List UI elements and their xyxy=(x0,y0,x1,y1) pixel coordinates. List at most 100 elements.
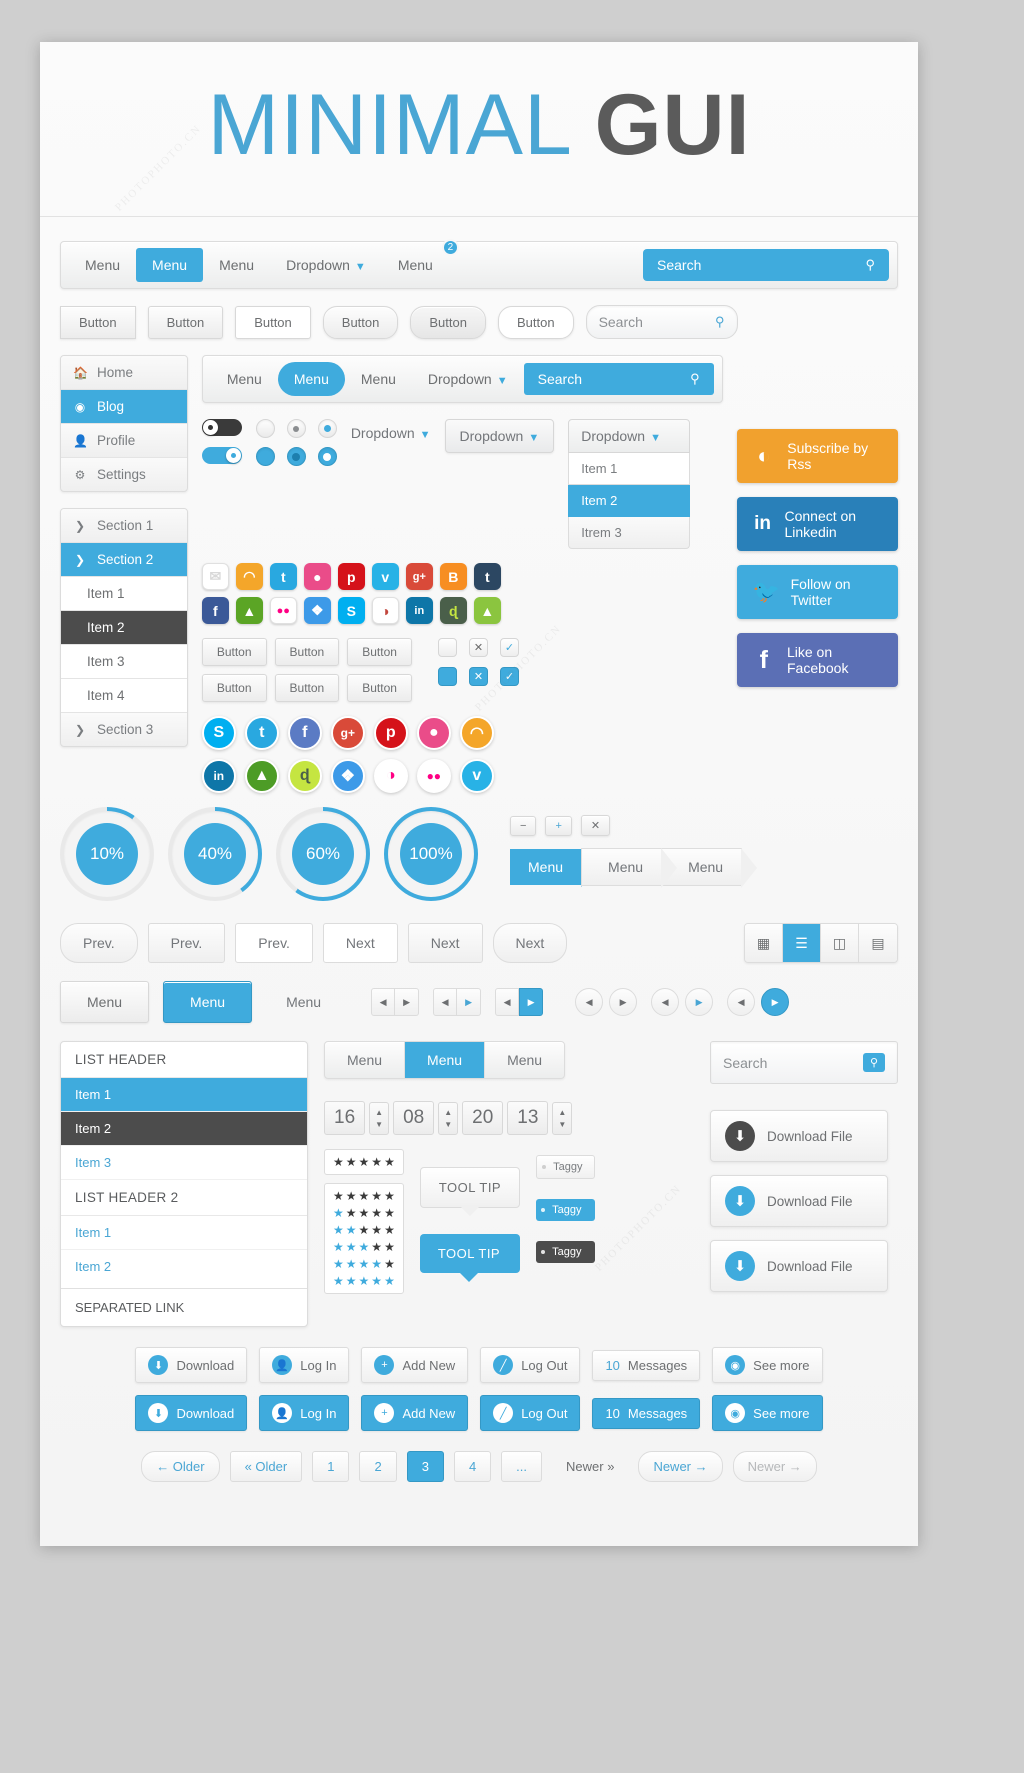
download-file-blue-2[interactable]: ⬇ Download File xyxy=(710,1240,888,1292)
star-icon[interactable]: ★ xyxy=(333,1240,344,1254)
nav-item-menu-1[interactable]: Menu xyxy=(69,248,136,282)
dropdown-option-2-active[interactable]: Item 2 xyxy=(568,485,691,517)
star-icon[interactable]: ★ xyxy=(384,1240,395,1254)
sidebar-item-home[interactable]: 🏠 Home xyxy=(61,356,187,390)
menu3-item-2-active[interactable]: Menu xyxy=(163,981,253,1023)
time-field-minutes[interactable]: 08 xyxy=(393,1101,435,1135)
button-white[interactable]: Button xyxy=(235,305,311,339)
checkbox-empty[interactable] xyxy=(437,638,457,657)
radio-blue-flat[interactable] xyxy=(255,447,275,466)
tab-menu-3[interactable]: Menu xyxy=(485,1042,564,1078)
spinner-date[interactable]: ▲ ▼ xyxy=(552,1101,573,1135)
accordion-item-3[interactable]: Item 3 xyxy=(61,645,187,679)
star-icon[interactable]: ★ xyxy=(371,1155,382,1169)
star-icon[interactable]: ★ xyxy=(359,1240,370,1254)
star-icon[interactable]: ★ xyxy=(333,1257,344,1271)
nav-item-menu-2-active[interactable]: Menu xyxy=(136,248,204,282)
pager-prev-icon[interactable]: ◀ xyxy=(433,988,458,1016)
accordion-section-2[interactable]: ❯ Section 2 xyxy=(61,543,187,577)
list-item-dark[interactable]: Item 2 xyxy=(61,1112,307,1146)
android-icon[interactable]: ▲ xyxy=(473,597,501,624)
time-field-hours[interactable]: 16 xyxy=(324,1101,366,1135)
twitter-icon[interactable]: t xyxy=(269,563,297,590)
radio-empty[interactable] xyxy=(255,419,275,438)
next-button-square[interactable]: Next xyxy=(407,923,483,963)
action-logout[interactable]: ╱ Log Out xyxy=(480,1347,581,1383)
accordion-item-1[interactable]: Item 1 xyxy=(61,577,187,611)
cta-connect-linkedin[interactable]: in Connect on Linkedin xyxy=(736,497,898,551)
star-icon[interactable]: ★ xyxy=(333,1206,344,1220)
star-icon[interactable]: ★ xyxy=(384,1206,395,1220)
tumblr-icon[interactable]: t xyxy=(473,563,501,590)
button-pill-light[interactable]: Button xyxy=(322,305,399,339)
radio-blue-dot[interactable] xyxy=(317,419,337,438)
pinterest-icon[interactable]: p xyxy=(337,563,365,590)
action-login[interactable]: 👤 Log In xyxy=(259,1347,350,1383)
pagination-page-2[interactable]: 2 xyxy=(359,1451,397,1482)
download-file-dark[interactable]: ⬇ Download File xyxy=(710,1110,888,1162)
skype-icon[interactable]: S xyxy=(201,716,236,750)
blogger-icon[interactable]: B xyxy=(439,563,467,590)
dropdown-boxed[interactable]: Dropdown ▼ xyxy=(444,419,555,453)
twitter-icon[interactable]: t xyxy=(244,716,279,750)
pager-prev-icon[interactable]: ◀ xyxy=(575,988,604,1016)
dropdown-plain[interactable]: Dropdown ▼ xyxy=(351,425,431,441)
pager-next-icon[interactable]: ▶ xyxy=(609,988,638,1016)
pager-prev-icon[interactable]: ◀ xyxy=(727,988,756,1016)
mail-icon[interactable]: ✉ xyxy=(201,563,229,590)
checkbox-check-blue[interactable]: ✓ xyxy=(499,667,519,686)
star-icon[interactable]: ★ xyxy=(346,1257,357,1271)
dropbox-icon[interactable]: ❖ xyxy=(330,759,365,793)
star-icon[interactable]: ★ xyxy=(359,1155,370,1169)
toggle-on[interactable] xyxy=(201,447,242,464)
star-icon[interactable]: ★ xyxy=(346,1155,357,1169)
star-icon[interactable]: ★ xyxy=(346,1206,357,1220)
mini-button-minus[interactable]: − xyxy=(510,815,537,836)
search-input-blue-2[interactable]: Search ⚲ xyxy=(523,363,714,395)
star-icon[interactable]: ★ xyxy=(384,1274,395,1288)
dropdown-option-1[interactable]: Item 1 xyxy=(568,453,691,485)
accordion-item-4[interactable]: Item 4 xyxy=(61,679,187,713)
checkbox-filled-blue[interactable] xyxy=(437,667,457,686)
cta-follow-twitter[interactable]: 🐦 Follow on Twitter xyxy=(736,565,898,619)
tag-light[interactable]: Taggy xyxy=(536,1155,596,1179)
pager-prev-icon[interactable]: ◀ xyxy=(651,988,680,1016)
small-button-6[interactable]: Button xyxy=(347,674,412,702)
menu3-item-1[interactable]: Menu xyxy=(60,981,150,1023)
nav2-item-dropdown[interactable]: Dropdown ▼ xyxy=(412,362,524,396)
list-item[interactable]: Item 1 xyxy=(61,1216,307,1250)
small-button-5[interactable]: Button xyxy=(274,674,340,702)
rss-icon[interactable]: ◠ xyxy=(235,563,263,590)
time-field-day[interactable]: 20 xyxy=(462,1101,504,1135)
vimeo-icon[interactable]: v xyxy=(459,759,494,793)
star-icon[interactable]: ★ xyxy=(333,1155,344,1169)
action-add-new[interactable]: + Add New xyxy=(361,1347,469,1383)
radio-blue-dark-dot[interactable] xyxy=(286,447,306,466)
search-icon[interactable]: ⚲ xyxy=(862,1053,885,1072)
spinner-minutes[interactable]: ▲ ▼ xyxy=(438,1101,459,1135)
action-download[interactable]: ⬇ Download xyxy=(135,1347,248,1383)
action-messages-blue[interactable]: 10 Messages xyxy=(592,1397,701,1429)
evernote-icon[interactable]: ▲ xyxy=(244,759,279,793)
star-icon[interactable]: ★ xyxy=(359,1257,370,1271)
star-icon[interactable]: ★ xyxy=(346,1189,357,1203)
sidebar-item-profile[interactable]: 👤 Profile xyxy=(61,424,187,458)
flickr-icon[interactable]: ●● xyxy=(269,597,297,624)
nav-item-dropdown[interactable]: Dropdown ▼ xyxy=(270,248,382,282)
pager-prev-icon[interactable]: ◀ xyxy=(371,988,396,1016)
mini-button-close[interactable]: ✕ xyxy=(580,815,611,836)
nav2-item-2-active[interactable]: Menu xyxy=(277,362,345,396)
rating-row[interactable]: ★ ★ ★ ★ ★ xyxy=(333,1189,395,1203)
button-pill-white[interactable]: Button xyxy=(497,305,574,339)
star-icon[interactable]: ★ xyxy=(371,1189,382,1203)
small-button-4[interactable]: Button xyxy=(201,674,267,702)
pagination-newer-chevron[interactable]: Newer » xyxy=(552,1452,628,1481)
grid-view-icon[interactable]: ▦ xyxy=(745,924,783,962)
rating-stack[interactable]: ★ ★ ★ ★ ★ ★ ★ ★ ★ ★ ★ ★ ★ ★ ★ ★ ★ ★ ★ ★ ★ ★ ★ ★ ★ ★ ★ ★ ★ ★ xyxy=(324,1183,404,1294)
star-icon[interactable]: ★ xyxy=(384,1155,395,1169)
star-icon[interactable]: ★ xyxy=(384,1223,395,1237)
tag-blue[interactable]: Taggy xyxy=(536,1199,596,1221)
button-pill-grey[interactable]: Button xyxy=(410,305,486,339)
separated-link[interactable]: SEPARATED LINK xyxy=(61,1288,307,1326)
pager-prev-icon[interactable]: ◀ xyxy=(495,988,520,1016)
